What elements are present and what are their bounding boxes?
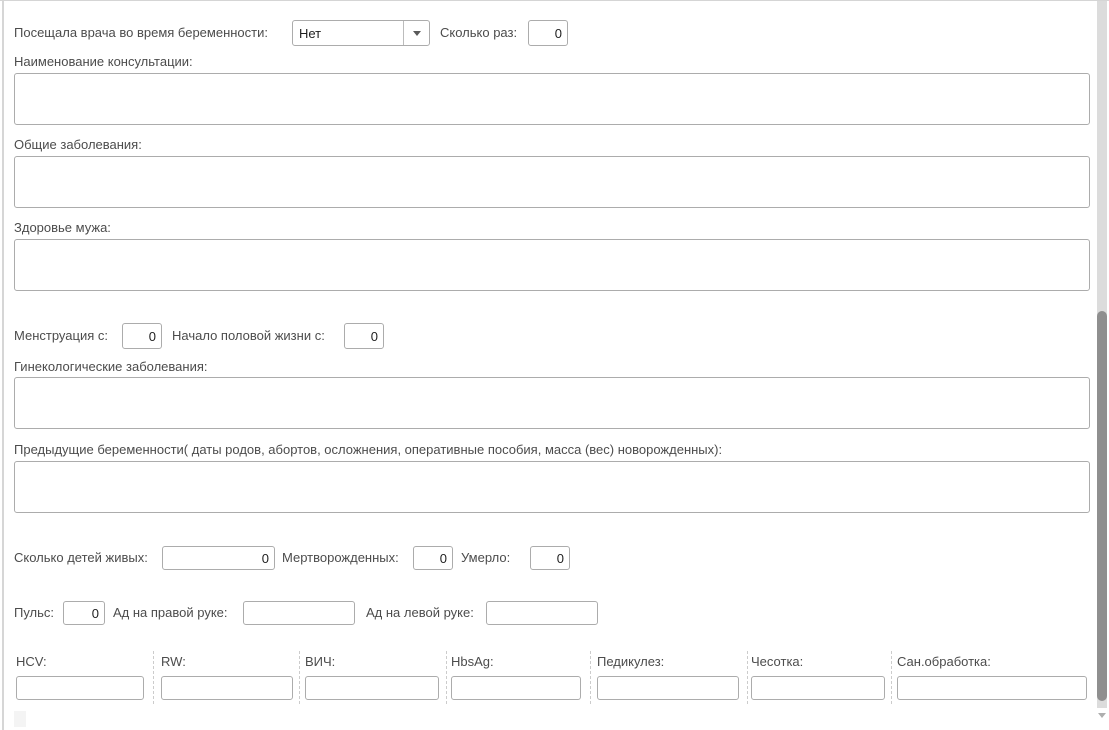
corner-block [14, 711, 26, 727]
previous-pregnancies-textarea[interactable] [14, 461, 1090, 513]
previous-pregnancies-label: Предыдущие беременности( даты родов, або… [14, 442, 722, 457]
test-sanitation-label: Сан.обработка: [897, 654, 991, 669]
consultation-textarea[interactable] [14, 73, 1090, 125]
test-hiv-label: ВИЧ: [305, 654, 335, 669]
sexual-life-label: Начало половой жизни с: [172, 323, 325, 349]
general-diseases-label: Общие заболевания: [14, 137, 142, 152]
test-hcv-label: HCV: [16, 654, 47, 669]
visits-combobox-value[interactable]: Нет [293, 21, 403, 45]
tests-separator [747, 651, 748, 704]
children-died-input[interactable] [530, 546, 570, 570]
test-hbsag-input[interactable] [451, 676, 581, 700]
bp-left-label: Ад на левой руке: [366, 601, 474, 625]
general-diseases-textarea[interactable] [14, 156, 1090, 208]
visit-count-label: Сколько раз: [440, 20, 517, 46]
patient-pregnancy-form: Посещала врача во время беременности: Не… [0, 0, 1109, 730]
children-stillborn-label: Мертворожденных: [282, 546, 399, 570]
test-hcv-input[interactable] [16, 676, 144, 700]
tests-separator [299, 651, 300, 704]
visits-combobox-dropdown-button[interactable] [403, 21, 429, 45]
bp-left-input[interactable] [486, 601, 598, 625]
test-hbsag-label: HbsAg: [451, 654, 494, 669]
visits-label: Посещала врача во время беременности: [14, 20, 268, 46]
sexual-life-input[interactable] [344, 323, 384, 349]
test-rw-input[interactable] [161, 676, 293, 700]
bp-right-label: Ад на правой руке: [113, 601, 228, 625]
tests-separator [891, 651, 892, 704]
visit-count-input[interactable] [528, 20, 568, 46]
children-alive-label: Сколько детей живых: [14, 546, 148, 570]
husband-health-label: Здоровье мужа: [14, 220, 111, 235]
children-alive-input[interactable] [162, 546, 275, 570]
pulse-input[interactable] [63, 601, 105, 625]
tests-separator [446, 651, 447, 704]
test-sanitation-input[interactable] [897, 676, 1087, 700]
gynecological-textarea[interactable] [14, 377, 1090, 429]
chevron-down-icon [413, 31, 421, 36]
test-hiv-input[interactable] [305, 676, 439, 700]
tests-separator [153, 651, 154, 704]
bp-right-input[interactable] [243, 601, 355, 625]
test-pediculosis-label: Педикулез: [597, 654, 664, 669]
consultation-label: Наименование консультации: [14, 54, 193, 69]
test-pediculosis-input[interactable] [597, 676, 739, 700]
children-died-label: Умерло: [461, 546, 510, 570]
visits-combobox[interactable]: Нет [292, 20, 430, 46]
tests-separator [590, 651, 591, 704]
menstruation-input[interactable] [122, 323, 162, 349]
test-scabies-label: Чесотка: [751, 654, 803, 669]
scroll-down-icon[interactable] [1098, 713, 1106, 718]
children-stillborn-input[interactable] [413, 546, 453, 570]
menstruation-label: Менструация с: [14, 323, 108, 349]
gynecological-label: Гинекологические заболевания: [14, 359, 208, 374]
vertical-scrollbar-thumb[interactable] [1097, 311, 1107, 701]
panel-left-border [2, 1, 4, 730]
husband-health-textarea[interactable] [14, 239, 1090, 291]
pulse-label: Пульс: [14, 601, 54, 625]
test-scabies-input[interactable] [751, 676, 885, 700]
test-rw-label: RW: [161, 654, 186, 669]
